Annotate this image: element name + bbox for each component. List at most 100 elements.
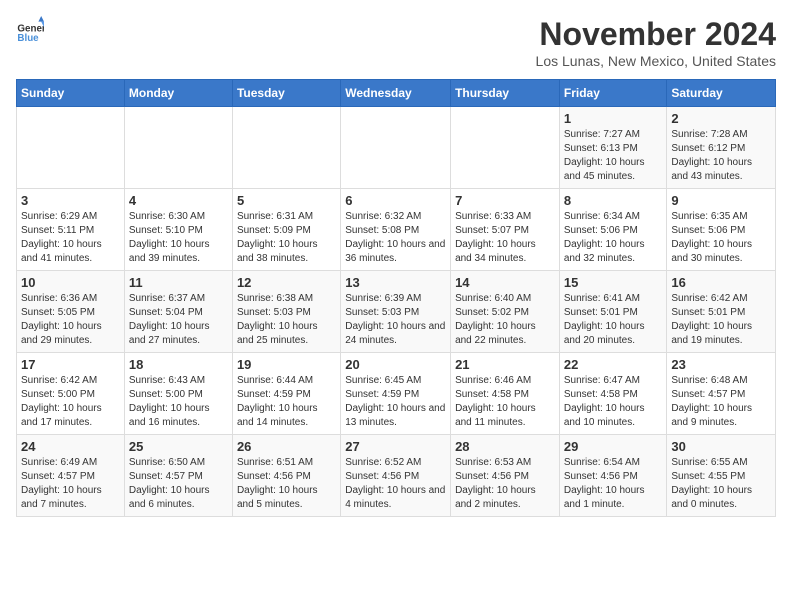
day-info: Sunrise: 6:52 AM Sunset: 4:56 PM Dayligh… <box>345 456 446 512</box>
day-number: 9 <box>671 193 771 208</box>
day-number: 18 <box>129 357 228 372</box>
week-row-1: 1 Sunrise: 7:27 AM Sunset: 6:13 PM Daylig… <box>17 107 776 189</box>
day-info: Sunrise: 7:28 AM Sunset: 6:12 PM Dayligh… <box>671 128 771 184</box>
day-cell: 28 Sunrise: 6:53 AM Sunset: 4:56 PM Dayli… <box>451 435 560 517</box>
svg-text:Blue: Blue <box>17 33 39 44</box>
day-info: Sunrise: 6:30 AM Sunset: 5:10 PM Dayligh… <box>129 210 228 266</box>
calendar-table: SundayMondayTuesdayWednesdayThursdayFrid… <box>16 79 776 517</box>
day-cell: 7Sunrise: 6:33 AM Sunset: 5:07 PM Daylig… <box>451 189 560 271</box>
day-number: 6 <box>345 193 446 208</box>
day-header-wednesday: Wednesday <box>341 80 451 107</box>
day-cell: 23 Sunrise: 6:48 AM Sunset: 4:57 PM Dayli… <box>667 353 776 435</box>
day-cell: 19Sunrise: 6:44 AM Sunset: 4:59 PM Dayli… <box>232 353 340 435</box>
day-number: 26 <box>237 439 336 454</box>
day-info: Sunrise: 6:53 AM Sunset: 4:56 PM Dayligh… <box>455 456 555 512</box>
day-cell: 4 Sunrise: 6:30 AM Sunset: 5:10 PM Daylig… <box>124 189 232 271</box>
day-cell: 13Sunrise: 6:39 AM Sunset: 5:03 PM Dayli… <box>341 271 451 353</box>
day-info: Sunrise: 6:43 AM Sunset: 5:00 PM Dayligh… <box>129 374 228 430</box>
day-info: Sunrise: 6:45 AM Sunset: 4:59 PM Dayligh… <box>345 374 446 430</box>
day-cell: 16 Sunrise: 6:42 AM Sunset: 5:01 PM Dayli… <box>667 271 776 353</box>
day-cell: 21 Sunrise: 6:46 AM Sunset: 4:58 PM Dayli… <box>451 353 560 435</box>
day-cell: 25 Sunrise: 6:50 AM Sunset: 4:57 PM Dayli… <box>124 435 232 517</box>
day-info: Sunrise: 6:44 AM Sunset: 4:59 PM Dayligh… <box>237 374 336 430</box>
day-number: 21 <box>455 357 555 372</box>
day-number: 29 <box>564 439 663 454</box>
logo: General Blue <box>16 16 44 44</box>
day-cell: 30 Sunrise: 6:55 AM Sunset: 4:55 PM Dayli… <box>667 435 776 517</box>
day-cell: 6 Sunrise: 6:32 AM Sunset: 5:08 PM Daylig… <box>341 189 451 271</box>
day-number: 4 <box>129 193 228 208</box>
day-cell: 8 Sunrise: 6:34 AM Sunset: 5:06 PM Daylig… <box>559 189 667 271</box>
day-header-tuesday: Tuesday <box>232 80 340 107</box>
day-cell: 27Sunrise: 6:52 AM Sunset: 4:56 PM Dayli… <box>341 435 451 517</box>
day-header-friday: Friday <box>559 80 667 107</box>
day-cell: 1 Sunrise: 7:27 AM Sunset: 6:13 PM Daylig… <box>559 107 667 189</box>
day-number: 12 <box>237 275 336 290</box>
day-number: 24 <box>21 439 120 454</box>
day-info: Sunrise: 6:29 AM Sunset: 5:11 PM Dayligh… <box>21 210 120 266</box>
day-number: 7 <box>455 193 555 208</box>
title-block: November 2024 Los Lunas, New Mexico, Uni… <box>536 16 776 69</box>
day-cell: 29Sunrise: 6:54 AM Sunset: 4:56 PM Dayli… <box>559 435 667 517</box>
day-cell: 15Sunrise: 6:41 AM Sunset: 5:01 PM Dayli… <box>559 271 667 353</box>
day-cell: 24Sunrise: 6:49 AM Sunset: 4:57 PM Dayli… <box>17 435 125 517</box>
day-cell: 12 Sunrise: 6:38 AM Sunset: 5:03 PM Dayli… <box>232 271 340 353</box>
day-number: 3 <box>21 193 120 208</box>
day-info: Sunrise: 6:50 AM Sunset: 4:57 PM Dayligh… <box>129 456 228 512</box>
day-cell <box>451 107 560 189</box>
day-cell: 11Sunrise: 6:37 AM Sunset: 5:04 PM Dayli… <box>124 271 232 353</box>
day-info: Sunrise: 6:42 AM Sunset: 5:01 PM Dayligh… <box>671 292 771 348</box>
day-number: 15 <box>564 275 663 290</box>
day-header-thursday: Thursday <box>451 80 560 107</box>
day-info: Sunrise: 7:27 AM Sunset: 6:13 PM Dayligh… <box>564 128 663 184</box>
day-info: Sunrise: 6:46 AM Sunset: 4:58 PM Dayligh… <box>455 374 555 430</box>
day-info: Sunrise: 6:40 AM Sunset: 5:02 PM Dayligh… <box>455 292 555 348</box>
day-cell: 22 Sunrise: 6:47 AM Sunset: 4:58 PM Dayli… <box>559 353 667 435</box>
day-number: 8 <box>564 193 663 208</box>
day-number: 10 <box>21 275 120 290</box>
day-info: Sunrise: 6:32 AM Sunset: 5:08 PM Dayligh… <box>345 210 446 266</box>
day-info: Sunrise: 6:31 AM Sunset: 5:09 PM Dayligh… <box>237 210 336 266</box>
day-number: 23 <box>671 357 771 372</box>
day-cell <box>124 107 232 189</box>
week-row-3: 10 Sunrise: 6:36 AM Sunset: 5:05 PM Dayli… <box>17 271 776 353</box>
day-cell: 17 Sunrise: 6:42 AM Sunset: 5:00 PM Dayli… <box>17 353 125 435</box>
day-cell: 5 Sunrise: 6:31 AM Sunset: 5:09 PM Daylig… <box>232 189 340 271</box>
day-number: 2 <box>671 111 771 126</box>
day-cell: 2 Sunrise: 7:28 AM Sunset: 6:12 PM Daylig… <box>667 107 776 189</box>
day-info: Sunrise: 6:35 AM Sunset: 5:06 PM Dayligh… <box>671 210 771 266</box>
day-info: Sunrise: 6:48 AM Sunset: 4:57 PM Dayligh… <box>671 374 771 430</box>
day-cell: 3 Sunrise: 6:29 AM Sunset: 5:11 PM Daylig… <box>17 189 125 271</box>
day-cell <box>232 107 340 189</box>
day-info: Sunrise: 6:42 AM Sunset: 5:00 PM Dayligh… <box>21 374 120 430</box>
day-number: 16 <box>671 275 771 290</box>
day-info: Sunrise: 6:34 AM Sunset: 5:06 PM Dayligh… <box>564 210 663 266</box>
day-cell: 20 Sunrise: 6:45 AM Sunset: 4:59 PM Dayli… <box>341 353 451 435</box>
day-cell: 18 Sunrise: 6:43 AM Sunset: 5:00 PM Dayli… <box>124 353 232 435</box>
day-cell <box>17 107 125 189</box>
logo-icon: General Blue <box>16 16 44 44</box>
day-info: Sunrise: 6:38 AM Sunset: 5:03 PM Dayligh… <box>237 292 336 348</box>
day-number: 11 <box>129 275 228 290</box>
day-number: 30 <box>671 439 771 454</box>
week-row-4: 17 Sunrise: 6:42 AM Sunset: 5:00 PM Dayli… <box>17 353 776 435</box>
day-header-saturday: Saturday <box>667 80 776 107</box>
day-info: Sunrise: 6:47 AM Sunset: 4:58 PM Dayligh… <box>564 374 663 430</box>
day-header-monday: Monday <box>124 80 232 107</box>
day-info: Sunrise: 6:51 AM Sunset: 4:56 PM Dayligh… <box>237 456 336 512</box>
day-cell: 26 Sunrise: 6:51 AM Sunset: 4:56 PM Dayli… <box>232 435 340 517</box>
page-header: General Blue November 2024 Los Lunas, Ne… <box>16 16 776 69</box>
day-number: 22 <box>564 357 663 372</box>
day-number: 28 <box>455 439 555 454</box>
week-row-2: 3 Sunrise: 6:29 AM Sunset: 5:11 PM Daylig… <box>17 189 776 271</box>
day-number: 20 <box>345 357 446 372</box>
day-cell: 9 Sunrise: 6:35 AM Sunset: 5:06 PM Daylig… <box>667 189 776 271</box>
day-number: 17 <box>21 357 120 372</box>
day-number: 25 <box>129 439 228 454</box>
day-number: 5 <box>237 193 336 208</box>
day-number: 1 <box>564 111 663 126</box>
day-info: Sunrise: 6:39 AM Sunset: 5:03 PM Dayligh… <box>345 292 446 348</box>
day-info: Sunrise: 6:36 AM Sunset: 5:05 PM Dayligh… <box>21 292 120 348</box>
day-info: Sunrise: 6:55 AM Sunset: 4:55 PM Dayligh… <box>671 456 771 512</box>
month-title: November 2024 <box>536 16 776 53</box>
